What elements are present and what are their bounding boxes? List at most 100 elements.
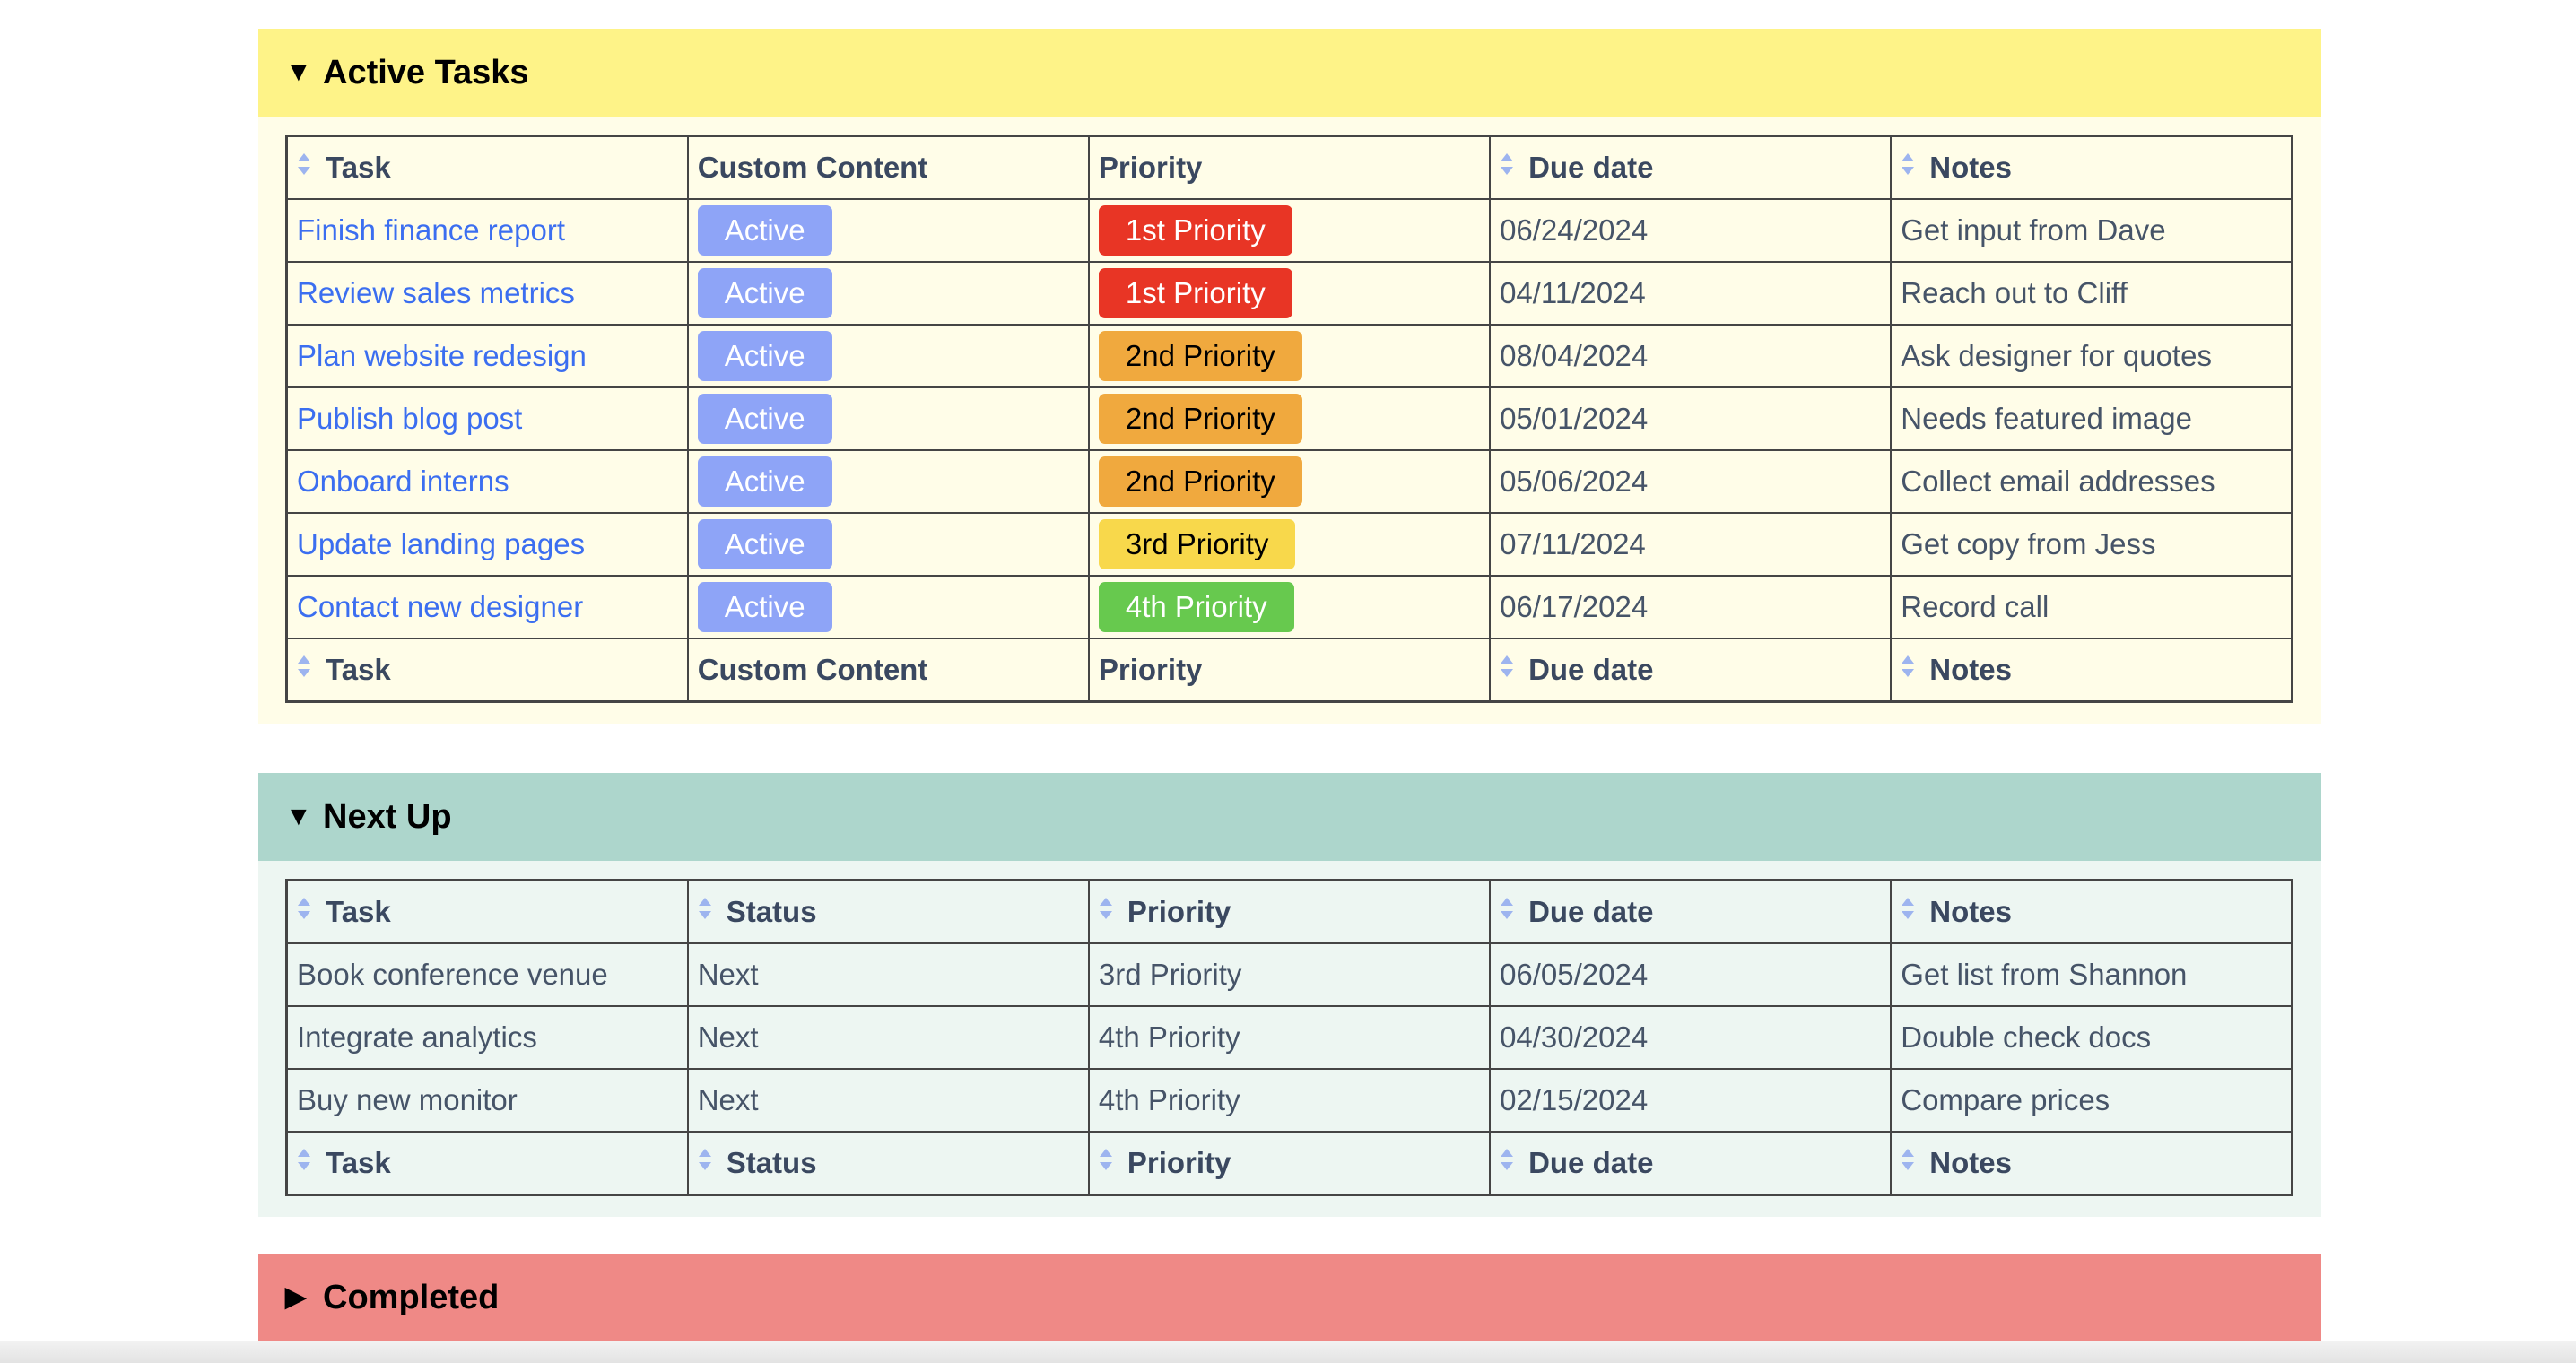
task-cell: Buy new monitor: [285, 1068, 689, 1133]
sort-icon[interactable]: [698, 1148, 712, 1171]
table-header-row: Task Custom Content Priority Due date Notes: [285, 135, 2293, 200]
table-row: Finish finance report Active 1st Priority 0…: [285, 198, 2293, 263]
status-cell: Active: [686, 575, 1090, 639]
sort-icon[interactable]: [698, 897, 712, 920]
priority-badge: 1st Priority: [1098, 205, 1292, 256]
table-row: Onboard interns Active 2nd Priority 05/06/2…: [285, 449, 2293, 514]
section-header-next-up[interactable]: ▼ Next Up: [258, 773, 2321, 861]
notes-cell: Record call: [1890, 575, 2293, 639]
task-cell: Plan website redesign: [285, 324, 689, 388]
status-badge: Active: [697, 582, 832, 632]
sort-icon[interactable]: [1500, 1148, 1514, 1171]
sort-icon[interactable]: [1099, 1148, 1113, 1171]
column-header-priority: Priority: [1087, 135, 1492, 200]
notes-cell: Get copy from Jess: [1890, 512, 2293, 577]
column-header-label: Status: [726, 1146, 817, 1179]
column-header-priority[interactable]: Priority: [1087, 879, 1492, 944]
column-header-notes[interactable]: Notes: [1890, 879, 2293, 944]
sort-icon[interactable]: [297, 152, 311, 176]
task-link[interactable]: Publish blog post: [297, 402, 522, 435]
table-header-row: Task Status Priority Due date Notes: [285, 879, 2293, 944]
task-link[interactable]: Finish finance report: [297, 213, 565, 247]
sort-icon[interactable]: [297, 897, 311, 920]
column-header-label: Notes: [1929, 895, 2012, 928]
due-date-cell: 04/11/2024: [1489, 261, 1893, 326]
notes-cell: Get input from Dave: [1890, 198, 2293, 263]
sort-icon[interactable]: [1901, 655, 1915, 678]
column-header-label: Task: [326, 653, 391, 686]
sort-icon[interactable]: [1500, 655, 1514, 678]
due-date-cell: 06/17/2024: [1489, 575, 1893, 639]
column-header-due-date[interactable]: Due date: [1489, 638, 1893, 703]
column-header-status[interactable]: Status: [686, 1131, 1090, 1196]
column-header-label: Notes: [1929, 653, 2012, 686]
priority-cell: 4th Priority: [1087, 575, 1492, 639]
section-header-completed[interactable]: ▶ Completed: [258, 1254, 2321, 1341]
column-header-custom-content: Custom Content: [686, 135, 1090, 200]
column-header-task[interactable]: Task: [285, 135, 689, 200]
section-body-active-tasks: Task Custom Content Priority Due date Notes …: [258, 117, 2321, 724]
column-header-label: Task: [326, 1146, 391, 1179]
triangle-down-icon: ▼: [285, 802, 312, 831]
notes-cell: Compare prices: [1890, 1068, 2293, 1133]
sort-icon[interactable]: [1901, 897, 1915, 920]
column-header-task[interactable]: Task: [285, 1131, 689, 1196]
section-body-next-up: Task Status Priority Due date Notes Book con…: [258, 861, 2321, 1217]
column-header-notes[interactable]: Notes: [1890, 1131, 2293, 1196]
status-cell: Active: [686, 449, 1090, 514]
task-link[interactable]: Contact new designer: [297, 590, 583, 623]
notes-cell: Reach out to Cliff: [1890, 261, 2293, 326]
column-header-label: Notes: [1929, 1146, 2012, 1179]
task-cell: Contact new designer: [285, 575, 689, 639]
column-header-notes[interactable]: Notes: [1890, 135, 2293, 200]
column-header-due-date[interactable]: Due date: [1489, 1131, 1893, 1196]
notes-cell: Collect email addresses: [1890, 449, 2293, 514]
section-next-up: ▼ Next Up Task Status Priority Due date Note…: [258, 773, 2321, 1217]
priority-badge: 2nd Priority: [1098, 456, 1302, 507]
section-header-active-tasks[interactable]: ▼ Active Tasks: [258, 29, 2321, 117]
status-cell: Next: [686, 1068, 1090, 1133]
status-cell: Active: [686, 261, 1090, 326]
column-header-priority[interactable]: Priority: [1087, 1131, 1492, 1196]
sort-icon[interactable]: [297, 655, 311, 678]
sort-icon[interactable]: [1500, 897, 1514, 920]
column-header-task[interactable]: Task: [285, 638, 689, 703]
notes-cell: Get list from Shannon: [1890, 942, 2293, 1007]
table-row: Update landing pages Active 3rd Priority 07…: [285, 512, 2293, 577]
priority-badge: 4th Priority: [1098, 582, 1294, 632]
column-header-due-date[interactable]: Due date: [1489, 135, 1893, 200]
status-cell: Active: [686, 386, 1090, 451]
status-badge: Active: [697, 331, 832, 381]
sort-icon[interactable]: [1500, 152, 1514, 176]
status-cell: Active: [686, 324, 1090, 388]
column-header-notes[interactable]: Notes: [1890, 638, 2293, 703]
column-header-due-date[interactable]: Due date: [1489, 879, 1893, 944]
column-header-label: Priority: [1127, 895, 1231, 928]
column-header-task[interactable]: Task: [285, 879, 689, 944]
sort-icon[interactable]: [297, 1148, 311, 1171]
priority-cell: 2nd Priority: [1087, 449, 1492, 514]
table-row: Book conference venue Next 3rd Priority 06/…: [285, 942, 2293, 1007]
task-link[interactable]: Update landing pages: [297, 527, 585, 560]
active-tasks-table: Task Custom Content Priority Due date Notes …: [285, 135, 2293, 703]
task-link[interactable]: Plan website redesign: [297, 339, 587, 372]
priority-cell: 2nd Priority: [1087, 324, 1492, 388]
status-badge: Active: [697, 205, 832, 256]
status-cell: Next: [686, 942, 1090, 1007]
column-header-label: Due date: [1528, 151, 1654, 184]
task-link[interactable]: Onboard interns: [297, 464, 509, 498]
notes-cell: Ask designer for quotes: [1890, 324, 2293, 388]
sort-icon[interactable]: [1901, 1148, 1915, 1171]
column-header-label: Priority: [1098, 653, 1203, 686]
column-header-status[interactable]: Status: [686, 879, 1090, 944]
table-row: Integrate analytics Next 4th Priority 04/30…: [285, 1005, 2293, 1070]
task-cell: Publish blog post: [285, 386, 689, 451]
task-cell: Review sales metrics: [285, 261, 689, 326]
sort-icon[interactable]: [1099, 897, 1113, 920]
column-header-label: Custom Content: [697, 653, 928, 686]
table-row: Publish blog post Active 2nd Priority 05/01…: [285, 386, 2293, 451]
status-cell: Active: [686, 512, 1090, 577]
sort-icon[interactable]: [1901, 152, 1915, 176]
table-footer-row: Task Status Priority Due date Notes: [285, 1131, 2293, 1196]
task-link[interactable]: Review sales metrics: [297, 276, 575, 309]
